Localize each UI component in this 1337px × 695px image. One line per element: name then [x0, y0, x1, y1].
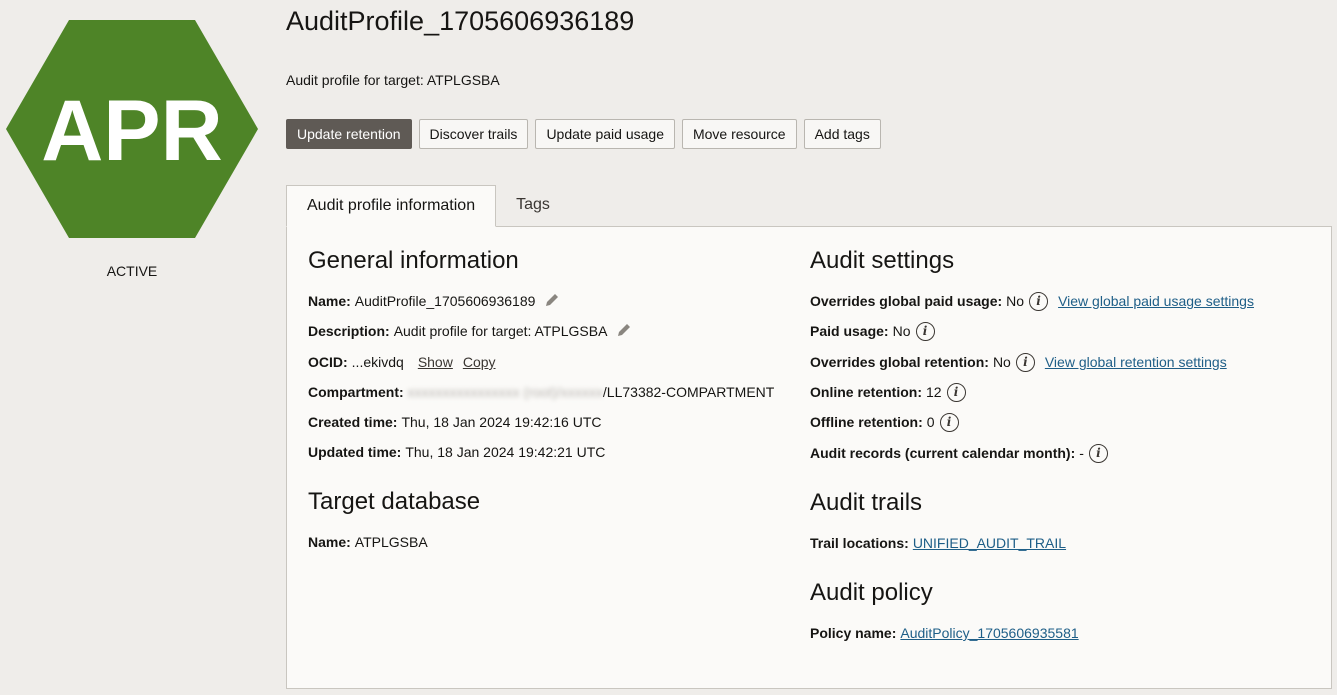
- policy-name-link[interactable]: AuditPolicy_1705606935581: [900, 625, 1078, 641]
- compartment-label: Compartment:: [308, 384, 404, 400]
- policy-name-row: Policy name: AuditPolicy_1705606935581: [810, 622, 1079, 644]
- hexagon-icon: APR: [6, 20, 258, 238]
- overrides-retention-value: No: [992, 354, 1011, 370]
- audit-trails-heading: Audit trails: [810, 489, 923, 516]
- tab-bar: Audit profile information Tags: [286, 185, 570, 227]
- tab-panel: General information Name: AuditProfile_1…: [286, 226, 1332, 689]
- show-ocid-link[interactable]: Show: [418, 354, 453, 370]
- action-bar: Update retention Discover trails Update …: [286, 119, 881, 149]
- view-global-retention-link[interactable]: View global retention settings: [1045, 354, 1227, 370]
- description-label: Description:: [308, 323, 390, 339]
- audit-settings-heading: Audit settings: [810, 247, 955, 274]
- discover-trails-button[interactable]: Discover trails: [418, 119, 529, 149]
- target-name-row: Name: ATPLGSBA: [308, 531, 428, 553]
- paid-usage-row: Paid usage: No i: [810, 320, 935, 342]
- overrides-paid-usage-value: No: [1006, 293, 1025, 309]
- page-subtitle: Audit profile for target: ATPLGSBA: [286, 72, 500, 88]
- info-icon[interactable]: i: [946, 382, 966, 402]
- description-value: Audit profile for target: ATPLGSBA: [393, 323, 608, 339]
- audit-records-value: -: [1079, 445, 1084, 461]
- move-resource-button[interactable]: Move resource: [681, 119, 797, 149]
- tab-audit-profile-information[interactable]: Audit profile information: [286, 185, 497, 227]
- audit-policy-heading: Audit policy: [810, 579, 933, 606]
- online-retention-label: Online retention:: [810, 384, 922, 400]
- offline-retention-value: 0: [926, 414, 935, 430]
- ocid-row: OCID: ...ekivdq Show Copy: [308, 351, 496, 373]
- compartment-value: /LL73382-COMPARTMENT: [602, 384, 775, 400]
- overrides-retention-row: Overrides global retention: No i View gl…: [810, 351, 1227, 373]
- target-database-heading: Target database: [308, 488, 481, 515]
- update-retention-button[interactable]: Update retention: [286, 119, 412, 149]
- offline-retention-label: Offline retention:: [810, 414, 923, 430]
- created-time-label: Created time:: [308, 414, 398, 430]
- update-paid-usage-button[interactable]: Update paid usage: [535, 119, 675, 149]
- target-name-value: ATPLGSBA: [354, 534, 428, 550]
- paid-usage-label: Paid usage:: [810, 323, 889, 339]
- trail-locations-label: Trail locations:: [810, 535, 909, 551]
- description-row: Description: Audit profile for target: A…: [308, 320, 632, 342]
- overrides-paid-usage-label: Overrides global paid usage:: [810, 293, 1003, 309]
- page-title: AuditProfile_1705606936189: [286, 6, 635, 36]
- ocid-label: OCID:: [308, 354, 348, 370]
- edit-description-pencil-icon[interactable]: [616, 322, 632, 341]
- policy-name-label: Policy name:: [810, 625, 897, 641]
- copy-ocid-link[interactable]: Copy: [463, 354, 496, 370]
- ocid-value: ...ekivdq: [351, 354, 404, 370]
- add-tags-button[interactable]: Add tags: [803, 119, 881, 149]
- overrides-paid-usage-row: Overrides global paid usage: No i View g…: [810, 290, 1254, 312]
- edit-name-pencil-icon[interactable]: [544, 292, 560, 311]
- online-retention-row: Online retention: 12 i: [810, 381, 966, 403]
- general-information-heading: General information: [308, 247, 519, 274]
- overrides-retention-label: Overrides global retention:: [810, 354, 989, 370]
- name-value: AuditProfile_1705606936189: [354, 293, 536, 309]
- paid-usage-value: No: [892, 323, 911, 339]
- name-label: Name:: [308, 293, 351, 309]
- info-icon[interactable]: i: [939, 412, 959, 432]
- info-icon[interactable]: i: [1015, 352, 1035, 372]
- info-icon[interactable]: i: [1029, 291, 1049, 311]
- tab-tags[interactable]: Tags: [496, 185, 570, 227]
- audit-records-label: Audit records (current calendar month):: [810, 445, 1076, 461]
- compartment-row: Compartment: xxxxxxxxxxxxxxxx (root)/xxx…: [308, 381, 774, 403]
- resource-badge: APR: [6, 20, 258, 238]
- status-label: ACTIVE: [106, 263, 158, 279]
- target-name-label: Name:: [308, 534, 351, 550]
- view-global-paid-usage-link[interactable]: View global paid usage settings: [1058, 293, 1254, 309]
- created-time-row: Created time: Thu, 18 Jan 2024 19:42:16 …: [308, 411, 602, 433]
- compartment-redacted: xxxxxxxxxxxxxxxx (root)/xxxxxx: [407, 384, 603, 400]
- audit-records-row: Audit records (current calendar month): …: [810, 442, 1108, 464]
- updated-time-label: Updated time:: [308, 444, 402, 460]
- trail-location-link[interactable]: UNIFIED_AUDIT_TRAIL: [913, 535, 1066, 551]
- badge-text: APR: [41, 83, 223, 179]
- created-time-value: Thu, 18 Jan 2024 19:42:16 UTC: [401, 414, 602, 430]
- offline-retention-row: Offline retention: 0 i: [810, 411, 959, 433]
- online-retention-value: 12: [926, 384, 942, 400]
- name-row: Name: AuditProfile_1705606936189: [308, 290, 560, 312]
- info-icon[interactable]: i: [915, 321, 935, 341]
- updated-time-value: Thu, 18 Jan 2024 19:42:21 UTC: [405, 444, 606, 460]
- updated-time-row: Updated time: Thu, 18 Jan 2024 19:42:21 …: [308, 441, 605, 463]
- trail-locations-row: Trail locations: UNIFIED_AUDIT_TRAIL: [810, 532, 1066, 554]
- info-icon[interactable]: i: [1088, 443, 1108, 463]
